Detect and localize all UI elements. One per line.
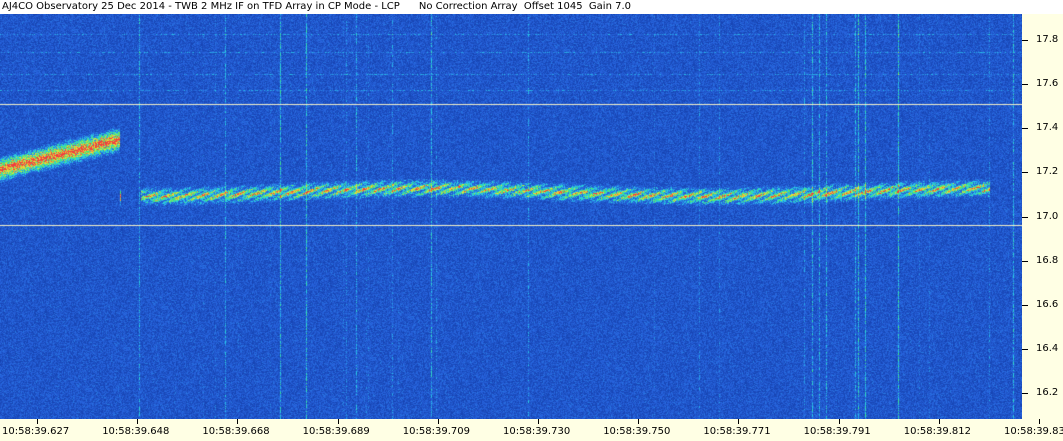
x-tick-mark xyxy=(738,419,740,424)
window-title: AJ4CO Observatory 25 Dec 2014 - TWB 2 MH… xyxy=(2,1,400,12)
x-tick-mark xyxy=(538,419,539,424)
spectrogram-display[interactable] xyxy=(0,14,1022,419)
x-tick-label: 10:58:39.730 xyxy=(503,426,571,437)
y-tick-mark xyxy=(1022,392,1028,394)
title-gap xyxy=(400,1,419,12)
status-text: No Correction Array Offset 1045 Gain 7.0 xyxy=(418,1,631,12)
x-tick-mark xyxy=(938,419,940,424)
y-tick-mark xyxy=(1022,128,1028,130)
x-tick-mark xyxy=(237,419,239,424)
x-tick-mark xyxy=(437,419,439,424)
x-tick-mark xyxy=(838,419,840,424)
x-tick-label: 10:58:39.648 xyxy=(102,426,170,437)
y-tick-mark xyxy=(1022,40,1028,42)
y-tick-mark xyxy=(1022,304,1028,306)
x-tick-label: 10:58:39.771 xyxy=(703,426,771,437)
y-tick-mark xyxy=(1022,172,1028,174)
frequency-axis: 17.8 17.6 17.4 17.2 17.0 16.8 16.6 16.4 16.2 xyxy=(1022,14,1063,419)
x-tick-mark xyxy=(137,419,139,424)
x-tick-label: 10:58:39.832 xyxy=(1004,426,1063,437)
y-tick-label: 17.6 xyxy=(1036,78,1059,90)
y-tick-label: 16.6 xyxy=(1036,298,1059,310)
x-tick-label: 10:58:39.668 xyxy=(202,426,270,437)
window-title-bar: AJ4CO Observatory 25 Dec 2014 - TWB 2 MH… xyxy=(0,0,1063,14)
y-tick-label: 17.2 xyxy=(1036,166,1059,178)
time-axis: 10:58:39.627 10:58:39.648 10:58:39.668 10:5… xyxy=(0,419,1063,441)
x-tick-mark xyxy=(1039,419,1040,424)
y-tick-label: 17.0 xyxy=(1036,210,1059,222)
y-tick-label: 17.4 xyxy=(1036,122,1059,134)
x-tick-label: 10:58:39.627 xyxy=(2,426,70,437)
y-tick-mark xyxy=(1022,260,1028,262)
x-tick-mark xyxy=(337,419,339,424)
y-tick-mark xyxy=(1022,216,1028,218)
y-tick-mark xyxy=(1022,84,1028,86)
x-tick-label: 10:58:39.812 xyxy=(903,426,971,437)
y-tick-label: 16.2 xyxy=(1036,386,1059,398)
y-tick-mark xyxy=(1022,348,1028,350)
x-tick-label: 10:58:39.709 xyxy=(402,426,470,437)
x-tick-mark xyxy=(638,419,640,424)
y-tick-label: 16.4 xyxy=(1036,342,1059,354)
y-tick-label: 16.8 xyxy=(1036,254,1059,266)
x-tick-label: 10:58:39.689 xyxy=(302,426,370,437)
y-tick-label: 17.8 xyxy=(1036,34,1059,46)
x-tick-mark xyxy=(37,419,38,424)
x-tick-label: 10:58:39.791 xyxy=(803,426,871,437)
x-tick-label: 10:58:39.750 xyxy=(603,426,671,437)
